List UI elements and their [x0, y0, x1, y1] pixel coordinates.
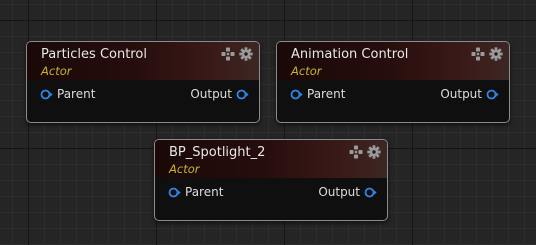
move-icon[interactable] [349, 145, 363, 159]
output-pin-label: Output [318, 185, 360, 199]
input-pin-parent[interactable]: Parent [40, 87, 95, 101]
move-icon[interactable] [471, 47, 485, 61]
node-animation-control[interactable]: Animation Control Actor Parent Output [276, 41, 510, 123]
node-subtitle: Actor [291, 64, 322, 78]
node-header-icons [471, 47, 503, 61]
output-pin-icon[interactable] [486, 89, 499, 100]
node-title: Animation Control [291, 47, 409, 62]
output-pin-icon[interactable] [236, 89, 249, 100]
input-pin-icon[interactable] [40, 89, 53, 100]
node-particles-control[interactable]: Particles Control Actor Parent Output [26, 41, 260, 123]
gear-icon[interactable] [367, 145, 381, 159]
input-pin-label: Parent [307, 87, 346, 101]
pin-row: Parent Output [277, 87, 509, 105]
output-pin-label: Output [440, 87, 482, 101]
input-pin-icon[interactable] [290, 89, 303, 100]
gear-icon[interactable] [239, 47, 253, 61]
node-bp-spotlight-2[interactable]: BP_Spotlight_2 Actor Parent Output [154, 139, 388, 221]
node-header[interactable]: Particles Control Actor [27, 42, 259, 80]
output-pin[interactable]: Output [440, 87, 499, 101]
node-header-icons [221, 47, 253, 61]
input-pin-parent[interactable]: Parent [168, 185, 223, 199]
node-header[interactable]: Animation Control Actor [277, 42, 509, 80]
input-pin-parent[interactable]: Parent [290, 87, 345, 101]
pin-row: Parent Output [27, 87, 259, 105]
input-pin-icon[interactable] [168, 187, 181, 198]
pin-row: Parent Output [155, 185, 387, 203]
node-header[interactable]: BP_Spotlight_2 Actor [155, 140, 387, 178]
node-header-icons [349, 145, 381, 159]
input-pin-label: Parent [185, 185, 224, 199]
output-pin-icon[interactable] [364, 187, 377, 198]
output-pin[interactable]: Output [318, 185, 377, 199]
output-pin[interactable]: Output [190, 87, 249, 101]
node-subtitle: Actor [41, 64, 72, 78]
output-pin-label: Output [190, 87, 232, 101]
node-subtitle: Actor [169, 162, 200, 176]
node-title: Particles Control [41, 47, 147, 62]
gear-icon[interactable] [489, 47, 503, 61]
input-pin-label: Parent [57, 87, 96, 101]
node-title: BP_Spotlight_2 [169, 145, 266, 160]
move-icon[interactable] [221, 47, 235, 61]
